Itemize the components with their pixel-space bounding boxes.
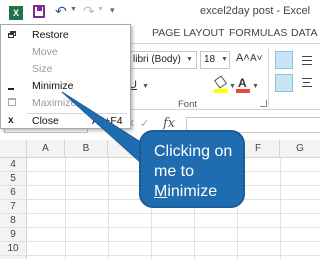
- fill-color-swatch: [214, 89, 228, 93]
- align-left-button[interactable]: [275, 74, 293, 92]
- menu-item-close[interactable]: x Close Alt+F4: [2, 113, 130, 130]
- menu-item-minimize[interactable]: Minimize: [2, 78, 130, 95]
- menu-item-label: Size: [32, 63, 53, 75]
- row-header[interactable]: 4: [0, 158, 27, 172]
- callout-bubble: Clicking on me to Minimize: [139, 130, 245, 208]
- font-group-label: Font: [178, 99, 198, 110]
- row-header[interactable]: 10: [0, 242, 27, 256]
- grid-line: [65, 158, 66, 259]
- font-color-letter: A: [238, 76, 247, 90]
- shrink-font-button[interactable]: A˅: [250, 53, 263, 64]
- tab-formulas[interactable]: FORMULAS: [229, 27, 287, 39]
- font-color-icon[interactable]: A: [236, 76, 250, 93]
- center-align-button[interactable]: [298, 74, 316, 92]
- customize-qat-icon[interactable]: ▾: [110, 5, 115, 16]
- row-header[interactable]: 9: [0, 228, 27, 242]
- restore-icon: [8, 31, 16, 38]
- callout-line-2: me to: [154, 163, 195, 180]
- font-color-swatch: [236, 89, 250, 93]
- window-title: excel2day post - Excel: [200, 5, 311, 17]
- grid-line: [27, 255, 320, 256]
- undo-icon[interactable]: ↶: [55, 3, 67, 20]
- menu-item-move: Move: [2, 44, 130, 61]
- undo-dropdown-icon[interactable]: ▼: [70, 6, 77, 13]
- excel-logo-icon[interactable]: X: [9, 6, 23, 20]
- grow-font-button[interactable]: A˄: [236, 52, 250, 64]
- menu-item-label: Maximize: [32, 97, 77, 109]
- dialog-launcher-icon[interactable]: [260, 100, 267, 107]
- row-header[interactable]: 8: [0, 214, 27, 228]
- grid-line: [27, 227, 320, 228]
- column-header[interactable]: A: [27, 140, 65, 158]
- insert-function-icon[interactable]: fx: [163, 116, 175, 131]
- menu-item-label: Minimize: [32, 80, 74, 92]
- system-menu: Restore Move Size Minimize Maximize x Cl…: [0, 24, 131, 129]
- group-divider: [268, 48, 269, 106]
- chevron-down-icon[interactable]: ▼: [186, 56, 193, 63]
- tab-page-layout[interactable]: PAGE LAYOUT: [152, 27, 225, 39]
- column-header[interactable]: G: [280, 140, 320, 158]
- top-align-button[interactable]: [275, 51, 293, 69]
- close-icon: x: [8, 115, 14, 126]
- minimize-icon: [8, 88, 14, 90]
- grid-line: [108, 158, 109, 259]
- callout-line-1: Clicking on: [154, 143, 233, 160]
- grid-line: [27, 213, 320, 214]
- bucket-shape: [213, 75, 228, 89]
- chevron-down-icon[interactable]: ▼: [221, 56, 228, 63]
- menu-item-size: Size: [2, 61, 130, 78]
- callout-accelerator: M: [154, 183, 168, 200]
- menu-item-shortcut: Alt+F4: [92, 115, 123, 127]
- callout-line-3: Minimize: [154, 182, 232, 202]
- save-icon[interactable]: [33, 5, 45, 18]
- middle-align-button[interactable]: [298, 51, 316, 69]
- menu-item-maximize: Maximize: [2, 95, 130, 112]
- grid-line: [27, 241, 320, 242]
- menu-item-label: Move: [32, 46, 58, 58]
- row-header[interactable]: 6: [0, 186, 27, 200]
- select-all-corner[interactable]: [0, 140, 27, 158]
- fill-color-icon[interactable]: [213, 75, 228, 93]
- row-header[interactable]: 7: [0, 200, 27, 214]
- enter-entry-icon[interactable]: ✓: [140, 117, 149, 130]
- chevron-down-icon[interactable]: ▼: [252, 83, 259, 90]
- redo-icon[interactable]: ↷: [83, 3, 95, 20]
- menu-item-label: Close: [32, 115, 59, 127]
- tab-data[interactable]: DATA: [291, 27, 317, 39]
- maximize-icon: [8, 98, 16, 106]
- menu-item-restore[interactable]: Restore: [2, 27, 130, 44]
- chevron-down-icon[interactable]: ▼: [229, 83, 236, 90]
- grid-line: [280, 158, 281, 259]
- column-header[interactable]: B: [65, 140, 108, 158]
- chevron-down-icon[interactable]: ▼: [142, 83, 149, 90]
- title-bar: X ↶ ▼ ↷ ▼ ▾ excel2day post - Excel: [0, 0, 320, 24]
- redo-dropdown-icon[interactable]: ▼: [97, 6, 104, 13]
- callout-line-3-rest: inimize: [167, 183, 218, 200]
- row-header[interactable]: 5: [0, 172, 27, 186]
- callout-text: Clicking on me to Minimize: [154, 142, 232, 202]
- menu-item-label: Restore: [32, 29, 69, 41]
